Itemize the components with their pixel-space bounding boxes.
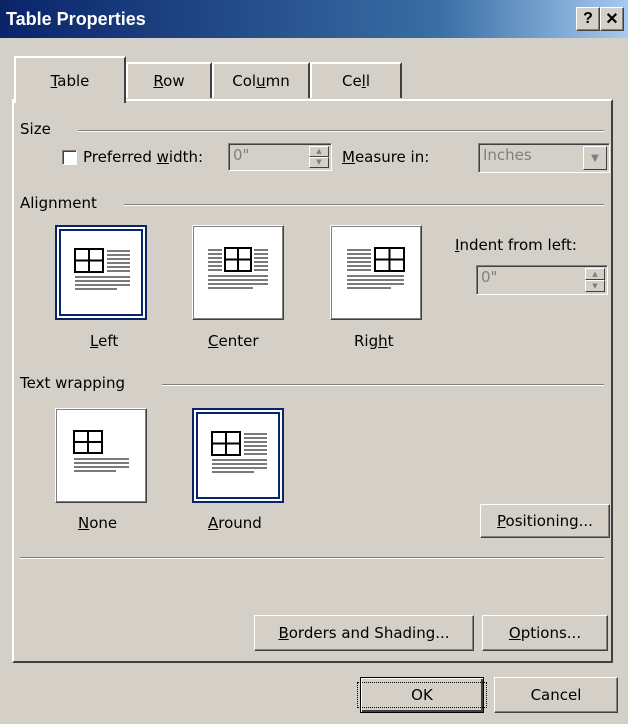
align-right-icon: [347, 247, 405, 289]
borders-button-label: Borders and Shading...: [278, 624, 450, 642]
ok-button-label: OK: [357, 682, 487, 708]
measure-in-value: Inches: [483, 146, 532, 164]
tab-row[interactable]: Row: [126, 62, 212, 98]
group-divider: [20, 557, 604, 559]
spin-down-icon[interactable]: ▼: [585, 280, 605, 292]
tab-label: Table: [50, 71, 90, 90]
tab-table[interactable]: Table: [14, 56, 126, 103]
close-icon: ✕: [605, 11, 619, 28]
alignment-right-option[interactable]: [330, 225, 422, 320]
wrapping-none-label: None: [78, 514, 118, 532]
wrap-around-icon: [211, 431, 267, 473]
wrapping-around-label: Around: [208, 514, 262, 532]
wrapping-around-option[interactable]: [192, 408, 284, 503]
group-divider: [78, 130, 604, 132]
wrapping-none-option[interactable]: [55, 408, 147, 503]
positioning-button-label: Positioning...: [497, 512, 593, 530]
spin-down-icon[interactable]: ▼: [309, 157, 329, 168]
close-button[interactable]: ✕: [600, 7, 624, 31]
borders-and-shading-button[interactable]: Borders and Shading...: [254, 615, 474, 651]
text-wrapping-group-label: Text wrapping: [20, 374, 131, 392]
help-button[interactable]: ?: [576, 7, 600, 31]
cancel-button-label: Cancel: [530, 686, 582, 704]
alignment-left-label: Left: [90, 332, 119, 350]
spin-up-icon[interactable]: ▲: [585, 268, 605, 280]
title-bar: Table Properties ? ✕: [0, 0, 628, 38]
tab-column[interactable]: Column: [212, 62, 310, 98]
cancel-button[interactable]: Cancel: [494, 677, 618, 713]
group-divider: [124, 204, 604, 206]
indent-from-left-label: Indent from left:: [455, 236, 577, 254]
preferred-width-field[interactable]: 0" ▲ ▼: [228, 143, 332, 171]
preferred-width-checkbox[interactable]: [62, 150, 77, 165]
spin-up-icon[interactable]: ▲: [309, 146, 329, 157]
chevron-down-icon[interactable]: ▼: [583, 146, 607, 170]
alignment-left-option[interactable]: [55, 225, 147, 320]
group-divider: [162, 384, 604, 386]
align-center-icon: [208, 247, 268, 289]
options-button-label: Options...: [508, 624, 582, 642]
alignment-right-label: Right: [354, 332, 394, 350]
alignment-group-label: Alignment: [20, 194, 103, 212]
tab-label: Cell: [341, 72, 371, 90]
tab-cell[interactable]: Cell: [310, 62, 402, 98]
indent-from-left-field[interactable]: 0" ▲ ▼: [476, 265, 608, 295]
positioning-button[interactable]: Positioning...: [480, 504, 610, 538]
size-group-label: Size: [20, 120, 57, 138]
wrap-none-icon: [73, 430, 129, 472]
options-button[interactable]: Options...: [482, 615, 608, 651]
indent-value: 0": [481, 268, 498, 286]
preferred-width-value: 0": [233, 146, 250, 164]
help-icon: ?: [583, 10, 593, 27]
window-title: Table Properties: [6, 9, 146, 29]
tab-label: Column: [232, 72, 290, 90]
measure-in-select[interactable]: Inches ▼: [478, 143, 610, 173]
measure-in-label: Measure in:: [342, 148, 430, 166]
ok-button[interactable]: OK: [357, 677, 487, 713]
align-left-icon: [74, 248, 130, 290]
alignment-center-label: Center: [208, 332, 259, 350]
alignment-center-option[interactable]: [192, 225, 284, 320]
preferred-width-label: Preferred width:: [83, 148, 204, 166]
tab-label: Row: [153, 72, 185, 90]
